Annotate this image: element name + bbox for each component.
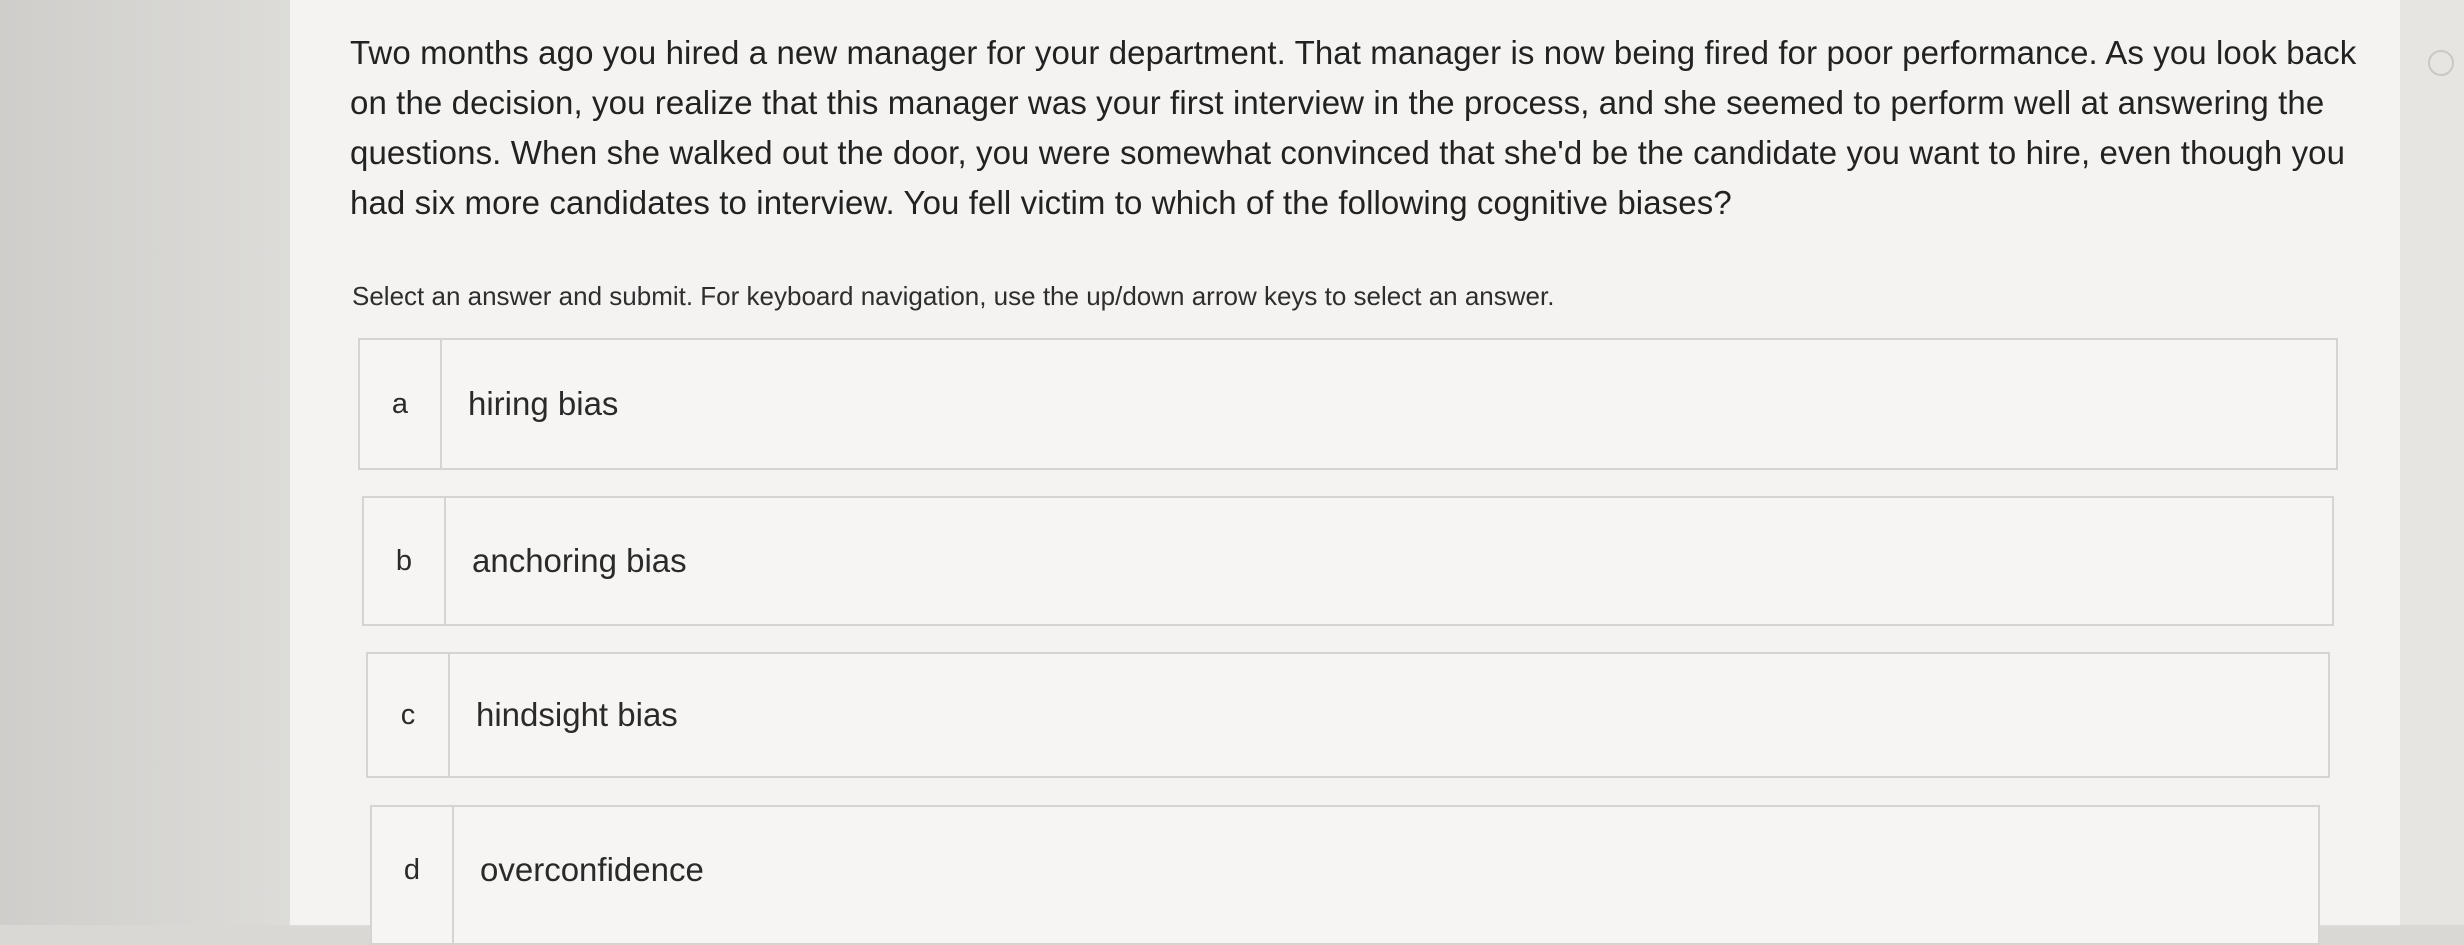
answer-label: anchoring bias — [472, 542, 687, 579]
answer-letter: b — [364, 498, 446, 624]
circle-icon — [2428, 50, 2454, 76]
answer-label: overconfidence — [480, 851, 704, 888]
answer-instructions: Select an answer and submit. For keyboar… — [352, 281, 1555, 311]
answer-option-c[interactable]: c hindsight bias — [366, 652, 2330, 778]
answer-option-a[interactable]: a hiring bias — [358, 338, 2338, 470]
question-text: Two months ago you hired a new manager f… — [350, 34, 2357, 221]
answer-letter: d — [372, 807, 454, 943]
right-gutter — [2400, 0, 2464, 925]
answer-label: hiring bias — [468, 385, 619, 422]
answer-letter: a — [360, 340, 442, 468]
answer-label: hindsight bias — [476, 696, 678, 733]
answer-letter: c — [368, 654, 450, 776]
answer-option-b[interactable]: b anchoring bias — [362, 496, 2334, 626]
answer-option-d[interactable]: d overconfidence — [370, 805, 2320, 945]
